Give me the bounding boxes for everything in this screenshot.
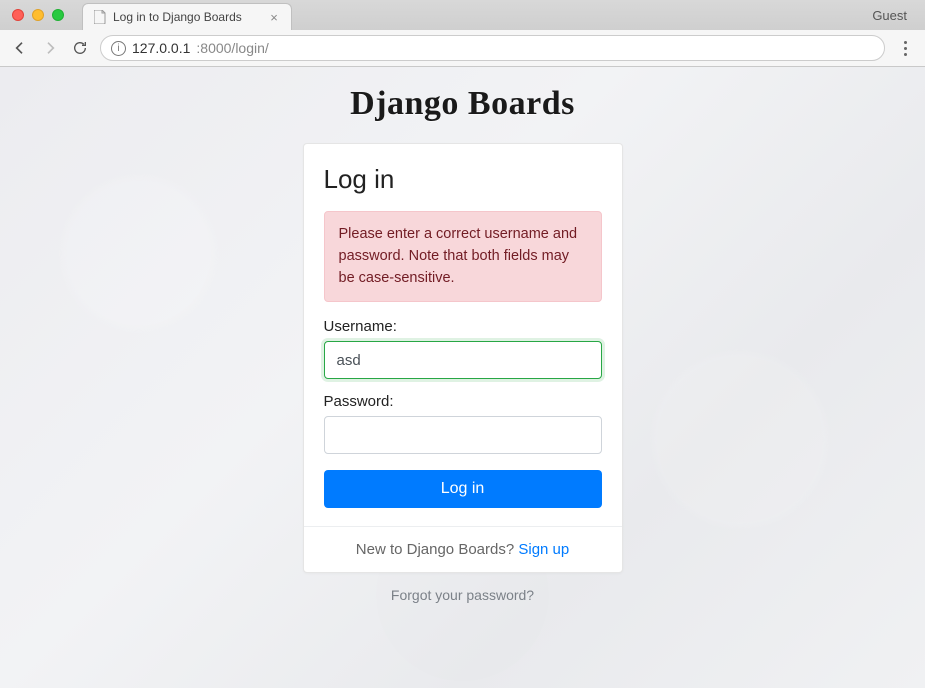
site-info-icon[interactable]: i (111, 41, 126, 56)
minimize-window-button[interactable] (32, 9, 44, 21)
back-button[interactable] (10, 38, 30, 58)
username-input[interactable] (324, 341, 602, 379)
error-alert: Please enter a correct username and pass… (324, 211, 602, 302)
below-card: Forgot your password? (303, 587, 623, 603)
tab-bar: Log in to Django Boards × Guest (0, 0, 925, 30)
login-button[interactable]: Log in (324, 470, 602, 508)
footer-text: New to Django Boards? (356, 541, 519, 558)
username-label: Username: (324, 318, 602, 335)
content-column: Django Boards Log in Please enter a corr… (303, 67, 623, 603)
signup-link[interactable]: Sign up (518, 541, 569, 558)
browser-tab[interactable]: Log in to Django Boards × (82, 3, 292, 30)
password-group: Password: (324, 393, 602, 454)
browser-chrome: Log in to Django Boards × Guest i 127.0.… (0, 0, 925, 67)
card-heading: Log in (324, 164, 602, 195)
username-group: Username: (324, 318, 602, 379)
maximize-window-button[interactable] (52, 9, 64, 21)
tab-title: Log in to Django Boards (113, 10, 261, 24)
close-window-button[interactable] (12, 9, 24, 21)
login-card: Log in Please enter a correct username a… (303, 143, 623, 573)
card-footer: New to Django Boards? Sign up (304, 526, 622, 572)
forward-button[interactable] (40, 38, 60, 58)
browser-menu-button[interactable] (895, 41, 915, 56)
browser-toolbar: i 127.0.0.1 :8000/login/ (0, 30, 925, 66)
reload-button[interactable] (70, 38, 90, 58)
forgot-password-link[interactable]: Forgot your password? (391, 587, 534, 603)
close-tab-icon[interactable]: × (267, 10, 281, 25)
url-host: 127.0.0.1 (132, 40, 190, 56)
document-icon (93, 10, 107, 24)
page-viewport: Django Boards Log in Please enter a corr… (0, 67, 925, 688)
window-controls (8, 9, 70, 21)
password-input[interactable] (324, 416, 602, 454)
url-path: :8000/login/ (196, 40, 268, 56)
address-bar[interactable]: i 127.0.0.1 :8000/login/ (100, 35, 885, 61)
password-label: Password: (324, 393, 602, 410)
brand-title: Django Boards (303, 85, 623, 123)
profile-label[interactable]: Guest (872, 8, 917, 23)
